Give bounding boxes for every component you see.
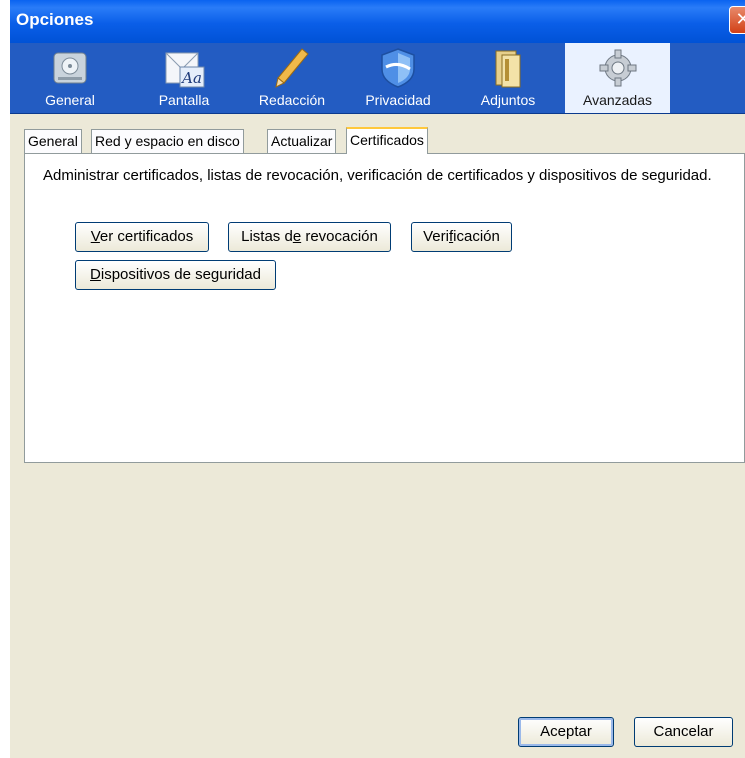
category-avanzadas[interactable]: Avanzadas [565,43,670,113]
subtab-certificados[interactable]: Certificados [346,127,428,154]
button-label: Listas d [241,228,293,245]
category-pantalla[interactable]: Aa Pantalla [134,43,234,113]
drive-icon [53,52,87,84]
revocation-lists-button[interactable]: Listas de revocación [228,222,391,252]
verification-button[interactable]: Verificación [411,222,512,252]
window-title: Opciones [16,10,94,29]
pencil-icon [275,48,309,88]
gear-icon [599,49,636,87]
category-label: Privacidad [365,92,431,108]
category-label: Pantalla [158,92,210,108]
accept-button[interactable]: Aceptar [518,717,614,747]
category-label: Redacción [258,92,326,108]
button-label: ispositivos de seguridad [100,266,261,283]
options-window: Opciones ✕ General Aa Pantalla Redacción… [10,0,745,758]
category-general[interactable]: General [20,43,120,113]
category-label: Avanzadas [582,92,652,108]
shield-icon [381,48,415,88]
folder-icon [495,50,521,88]
category-redaccion[interactable]: Redacción [242,43,342,113]
cancel-button[interactable]: Cancelar [634,717,733,747]
security-devices-button[interactable]: Dispositivos de seguridad [75,260,276,290]
font-envelope-icon: Aa [165,52,205,88]
subtab-general[interactable]: General [24,129,82,153]
category-toolbar: General Aa Pantalla Redacción Privacidad… [10,43,745,114]
svg-text:Aa: Aa [180,69,202,87]
category-label: Adjuntos [480,92,536,108]
category-privacidad[interactable]: Privacidad [348,43,448,113]
mnemonic: V [90,228,100,245]
subtab-actualizar[interactable]: Actualizar [267,129,337,153]
view-certificates-button[interactable]: Ver certificados [75,222,209,252]
close-button[interactable]: ✕ [729,6,745,34]
button-label: er certificados [99,228,194,245]
mnemonic: D [90,266,101,283]
title-bar[interactable]: Opciones ✕ [10,0,745,43]
mnemonic: e [292,228,302,245]
button-label: icación [453,228,500,245]
subtab-red[interactable]: Red y espacio en disco [91,129,244,153]
certificates-panel: Administrar certificados, listas de revo… [24,153,745,463]
button-label: revocación [301,228,378,245]
category-label: General [45,92,95,108]
category-adjuntos[interactable]: Adjuntos [458,43,558,113]
certificates-description: Administrar certificados, listas de revo… [43,167,712,184]
button-label: Veri [423,228,449,245]
